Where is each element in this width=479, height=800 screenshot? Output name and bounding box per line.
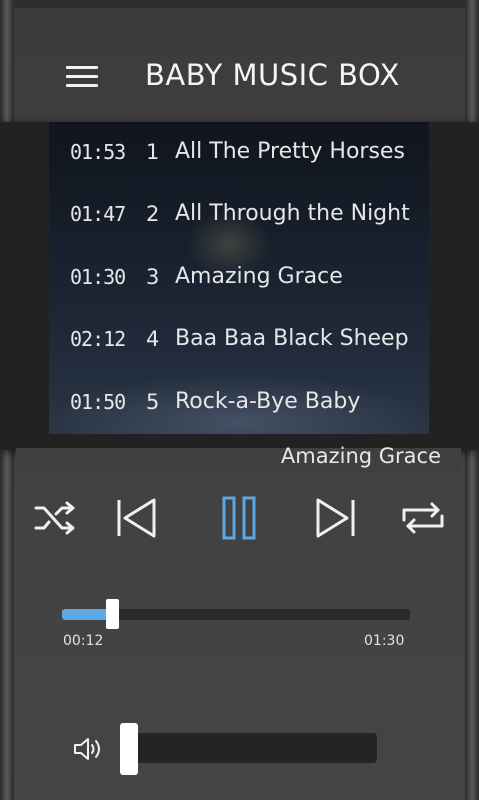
volume-track — [120, 733, 377, 763]
track-number: 2 — [146, 202, 160, 226]
seek-progress-fill — [62, 609, 108, 620]
track-duration: 01:50 — [70, 390, 126, 414]
menu-line — [66, 66, 98, 69]
volume-thumb[interactable] — [120, 723, 138, 775]
playlist-item[interactable]: 01:30 3 Amazing Grace — [0, 247, 479, 309]
repeat-button[interactable] — [400, 488, 446, 548]
seek-thumb[interactable] — [106, 599, 119, 629]
track-duration: 02:12 — [70, 327, 126, 351]
playlist-item[interactable]: 02:12 4 Baa Baa Black Sheep — [0, 309, 479, 371]
pause-icon — [222, 496, 256, 540]
track-title: All The Pretty Horses — [175, 139, 405, 164]
playlist-panel: 01:53 1 All The Pretty Horses 01:47 2 Al… — [0, 122, 479, 450]
volume-slider[interactable] — [120, 723, 377, 775]
speaker-volume-icon — [74, 738, 100, 760]
now-playing-title: Amazing Grace — [280, 444, 441, 468]
track-number: 5 — [146, 390, 160, 414]
track-number: 4 — [146, 327, 160, 351]
seek-bar[interactable] — [62, 599, 410, 629]
track-duration: 01:53 — [70, 140, 126, 164]
track-title: All Through the Night — [175, 201, 410, 226]
track-title: Baa Baa Black Sheep — [175, 326, 409, 351]
app-title: BABY MUSIC BOX — [145, 58, 400, 92]
skip-next-icon — [316, 498, 355, 538]
playlist-item[interactable]: 01:50 5 Rock-a-Bye Baby — [0, 372, 479, 434]
skip-previous-icon — [117, 498, 156, 538]
hamburger-menu-icon[interactable] — [66, 64, 100, 90]
playlist-item[interactable]: 01:53 1 All The Pretty Horses — [0, 122, 479, 184]
shuffle-icon — [34, 501, 75, 535]
track-title: Amazing Grace — [175, 264, 343, 289]
top-strip — [14, 0, 465, 8]
volume-button[interactable] — [73, 735, 105, 763]
next-button[interactable] — [312, 488, 360, 548]
track-duration: 01:47 — [70, 202, 126, 226]
total-time: 01:30 — [364, 633, 405, 649]
app-header: BABY MUSIC BOX — [14, 40, 465, 112]
pause-button[interactable] — [218, 488, 262, 548]
elapsed-time: 00:12 — [63, 633, 104, 649]
now-playing-bar: Amazing Grace — [16, 444, 461, 472]
track-number: 3 — [146, 265, 160, 289]
menu-line — [66, 75, 98, 78]
playback-controls — [14, 488, 465, 548]
previous-button[interactable] — [112, 488, 160, 548]
track-title: Rock-a-Bye Baby — [175, 389, 361, 414]
track-duration: 01:30 — [70, 265, 126, 289]
repeat-icon — [402, 502, 444, 534]
track-number: 1 — [146, 140, 160, 164]
shuffle-button[interactable] — [32, 488, 78, 548]
menu-line — [66, 84, 98, 87]
playlist-item[interactable]: 01:47 2 All Through the Night — [0, 184, 479, 246]
